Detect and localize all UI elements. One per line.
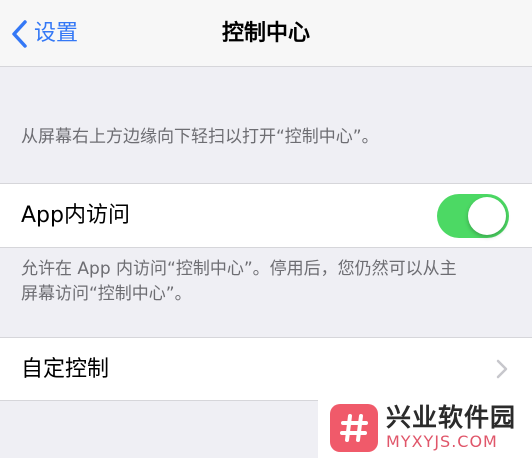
navigation-bar: 设置 控制中心	[0, 0, 532, 67]
access-in-apps-toggle[interactable]	[437, 194, 509, 238]
customize-controls-row[interactable]: 自定控制	[0, 337, 532, 401]
access-in-apps-row: App内访问	[0, 183, 532, 248]
hash-logo-icon	[330, 404, 378, 452]
access-in-apps-label: App内访问	[21, 203, 130, 228]
toggle-knob	[468, 197, 506, 235]
access-description-line1: 允许在 App 内访问“控制中心”。停用后，您仍然可以从主	[21, 259, 457, 279]
page-title: 控制中心	[221, 21, 310, 46]
watermark-url: MYXYJS.COM	[386, 432, 498, 451]
intro-description: 从屏幕右上方边缘向下轻扫以打开“控制中心”。	[21, 127, 379, 147]
access-description-line2: 屏幕访问“控制中心”。	[21, 284, 192, 304]
watermark: 兴业软件园 MYXYJS.COM	[318, 398, 532, 458]
customize-controls-label: 自定控制	[21, 357, 110, 382]
chevron-right-icon	[496, 359, 508, 379]
watermark-name: 兴业软件园	[386, 403, 517, 432]
